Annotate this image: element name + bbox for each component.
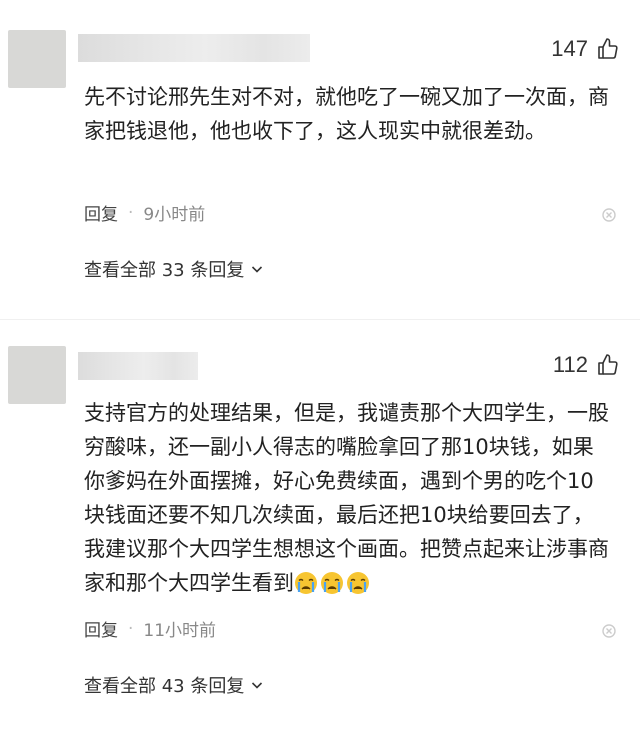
like-button[interactable]: 112 <box>553 352 620 378</box>
comment-item: 112 支持官方的处理结果，但是，我谴责那个大四学生，一股穷酸味，还一副小人得志… <box>0 320 640 731</box>
crying-face-emoji <box>321 572 343 594</box>
username-redacted[interactable] <box>78 352 198 380</box>
reply-button[interactable]: 回复 <box>84 616 118 641</box>
reply-button[interactable]: 回复 <box>84 200 118 225</box>
more-options-icon[interactable] <box>600 622 618 640</box>
like-button[interactable]: 147 <box>551 36 620 62</box>
timestamp: 11小时前 <box>143 621 217 641</box>
crying-face-emoji <box>347 572 369 594</box>
more-options-icon[interactable] <box>600 206 618 224</box>
thumbs-up-icon <box>598 38 618 59</box>
chevron-down-icon <box>252 266 263 273</box>
avatar[interactable] <box>8 346 66 404</box>
like-count: 112 <box>552 352 588 377</box>
thumbs-up-icon <box>598 354 618 375</box>
view-replies-link[interactable]: 查看全部 33 条回复 <box>84 256 264 282</box>
timestamp: 9小时前 <box>143 205 206 225</box>
username-redacted[interactable] <box>78 34 310 62</box>
view-replies-label: 查看全部 33 条回复 <box>84 260 245 281</box>
like-count: 147 <box>551 36 588 61</box>
avatar[interactable] <box>8 30 66 88</box>
comment-text: 支持官方的处理结果，但是，我谴责那个大四学生，一股穷酸味，还一副小人得志的嘴脸拿… <box>84 396 612 600</box>
view-replies-label: 查看全部 43 条回复 <box>84 676 245 697</box>
comment-text-body: 支持官方的处理结果，但是，我谴责那个大四学生，一股穷酸味，还一副小人得志的嘴脸拿… <box>84 401 609 595</box>
separator-dot: · <box>128 202 134 223</box>
emoji-group <box>294 571 372 595</box>
separator-dot: · <box>128 618 134 639</box>
crying-face-emoji <box>295 572 317 594</box>
comment-meta: 回复 · 11小时前 <box>84 616 217 642</box>
comment-text: 先不讨论邢先生对不对，就他吃了一碗又加了一次面，商家把钱退他，他也收下了，这人现… <box>84 85 609 143</box>
chevron-down-icon <box>252 682 263 689</box>
comment-item: 147 先不讨论邢先生对不对，就他吃了一碗又加了一次面，商家把钱退他，他也收下了… <box>0 0 640 320</box>
comment-meta: 回复 · 9小时前 <box>84 200 206 226</box>
view-replies-link[interactable]: 查看全部 43 条回复 <box>84 672 264 698</box>
